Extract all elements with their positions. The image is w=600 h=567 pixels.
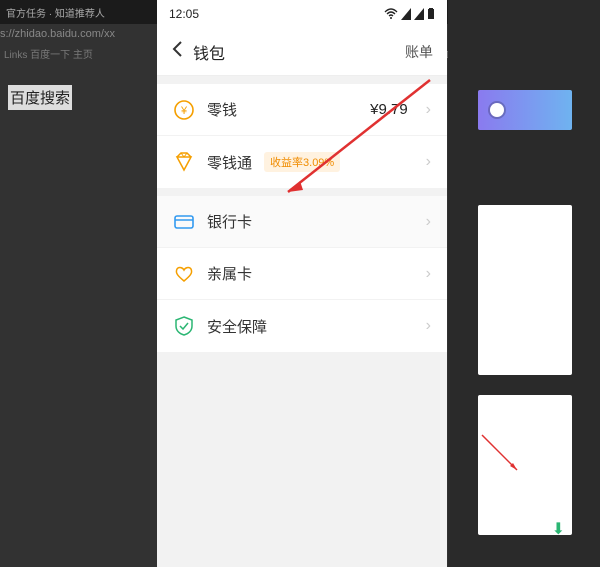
bg-search-text: 百度搜索 — [8, 85, 72, 110]
group-balance: ¥ 零钱 ¥9.79 › 零钱通 收益率3.09% › — [157, 84, 447, 188]
chevron-right-icon: › — [426, 317, 431, 335]
battery-icon — [427, 8, 435, 20]
row-family-card[interactable]: 亲属卡 › — [157, 248, 447, 300]
row-value: ¥9.79 — [370, 101, 408, 118]
row-label: 安全保障 — [207, 316, 267, 337]
browser-bookmarks: Links 百度一下 主页 — [4, 46, 93, 61]
diamond-icon — [173, 151, 195, 173]
row-change-plus[interactable]: 零钱通 收益率3.09% › — [157, 136, 447, 188]
status-time: 12:05 — [169, 7, 199, 21]
signal-icon — [401, 8, 411, 20]
download-icon: ⬇ — [552, 519, 565, 539]
chevron-right-icon: › — [426, 153, 431, 171]
shield-icon — [173, 315, 195, 337]
group-cards: 银行卡 › 亲属卡 › 安全保障 › — [157, 196, 447, 352]
bill-link[interactable]: 账单 — [405, 42, 433, 62]
chevron-right-icon: › — [426, 213, 431, 231]
phone-screen: 12:05 钱包 账单 ¥ 零钱 ¥9.79 › — [157, 0, 447, 567]
signal-icon-2 — [414, 8, 424, 20]
row-bankcard[interactable]: 银行卡 › — [157, 196, 447, 248]
heart-icon — [173, 263, 195, 285]
back-button[interactable] — [171, 40, 183, 64]
row-change[interactable]: ¥ 零钱 ¥9.79 › — [157, 84, 447, 136]
row-label: 银行卡 — [207, 211, 252, 232]
status-bar: 12:05 — [157, 0, 447, 28]
coin-icon: ¥ — [173, 99, 195, 121]
status-icons — [384, 8, 435, 20]
wifi-icon — [384, 8, 398, 20]
chevron-right-icon: › — [426, 101, 431, 119]
yield-badge: 收益率3.09% — [264, 152, 340, 172]
row-security[interactable]: 安全保障 › — [157, 300, 447, 352]
background-right-panel: ⬇ — [448, 0, 600, 567]
chevron-right-icon: › — [426, 265, 431, 283]
bankcard-icon — [173, 211, 195, 233]
header-title: 钱包 — [193, 40, 225, 64]
row-label: 零钱通 — [207, 152, 252, 173]
row-label: 亲属卡 — [207, 263, 252, 284]
row-label: 零钱 — [207, 99, 237, 120]
svg-text:¥: ¥ — [180, 105, 188, 117]
app-header: 钱包 账单 — [157, 28, 447, 76]
browser-url: s://zhidao.baidu.com/xx — [0, 28, 115, 40]
